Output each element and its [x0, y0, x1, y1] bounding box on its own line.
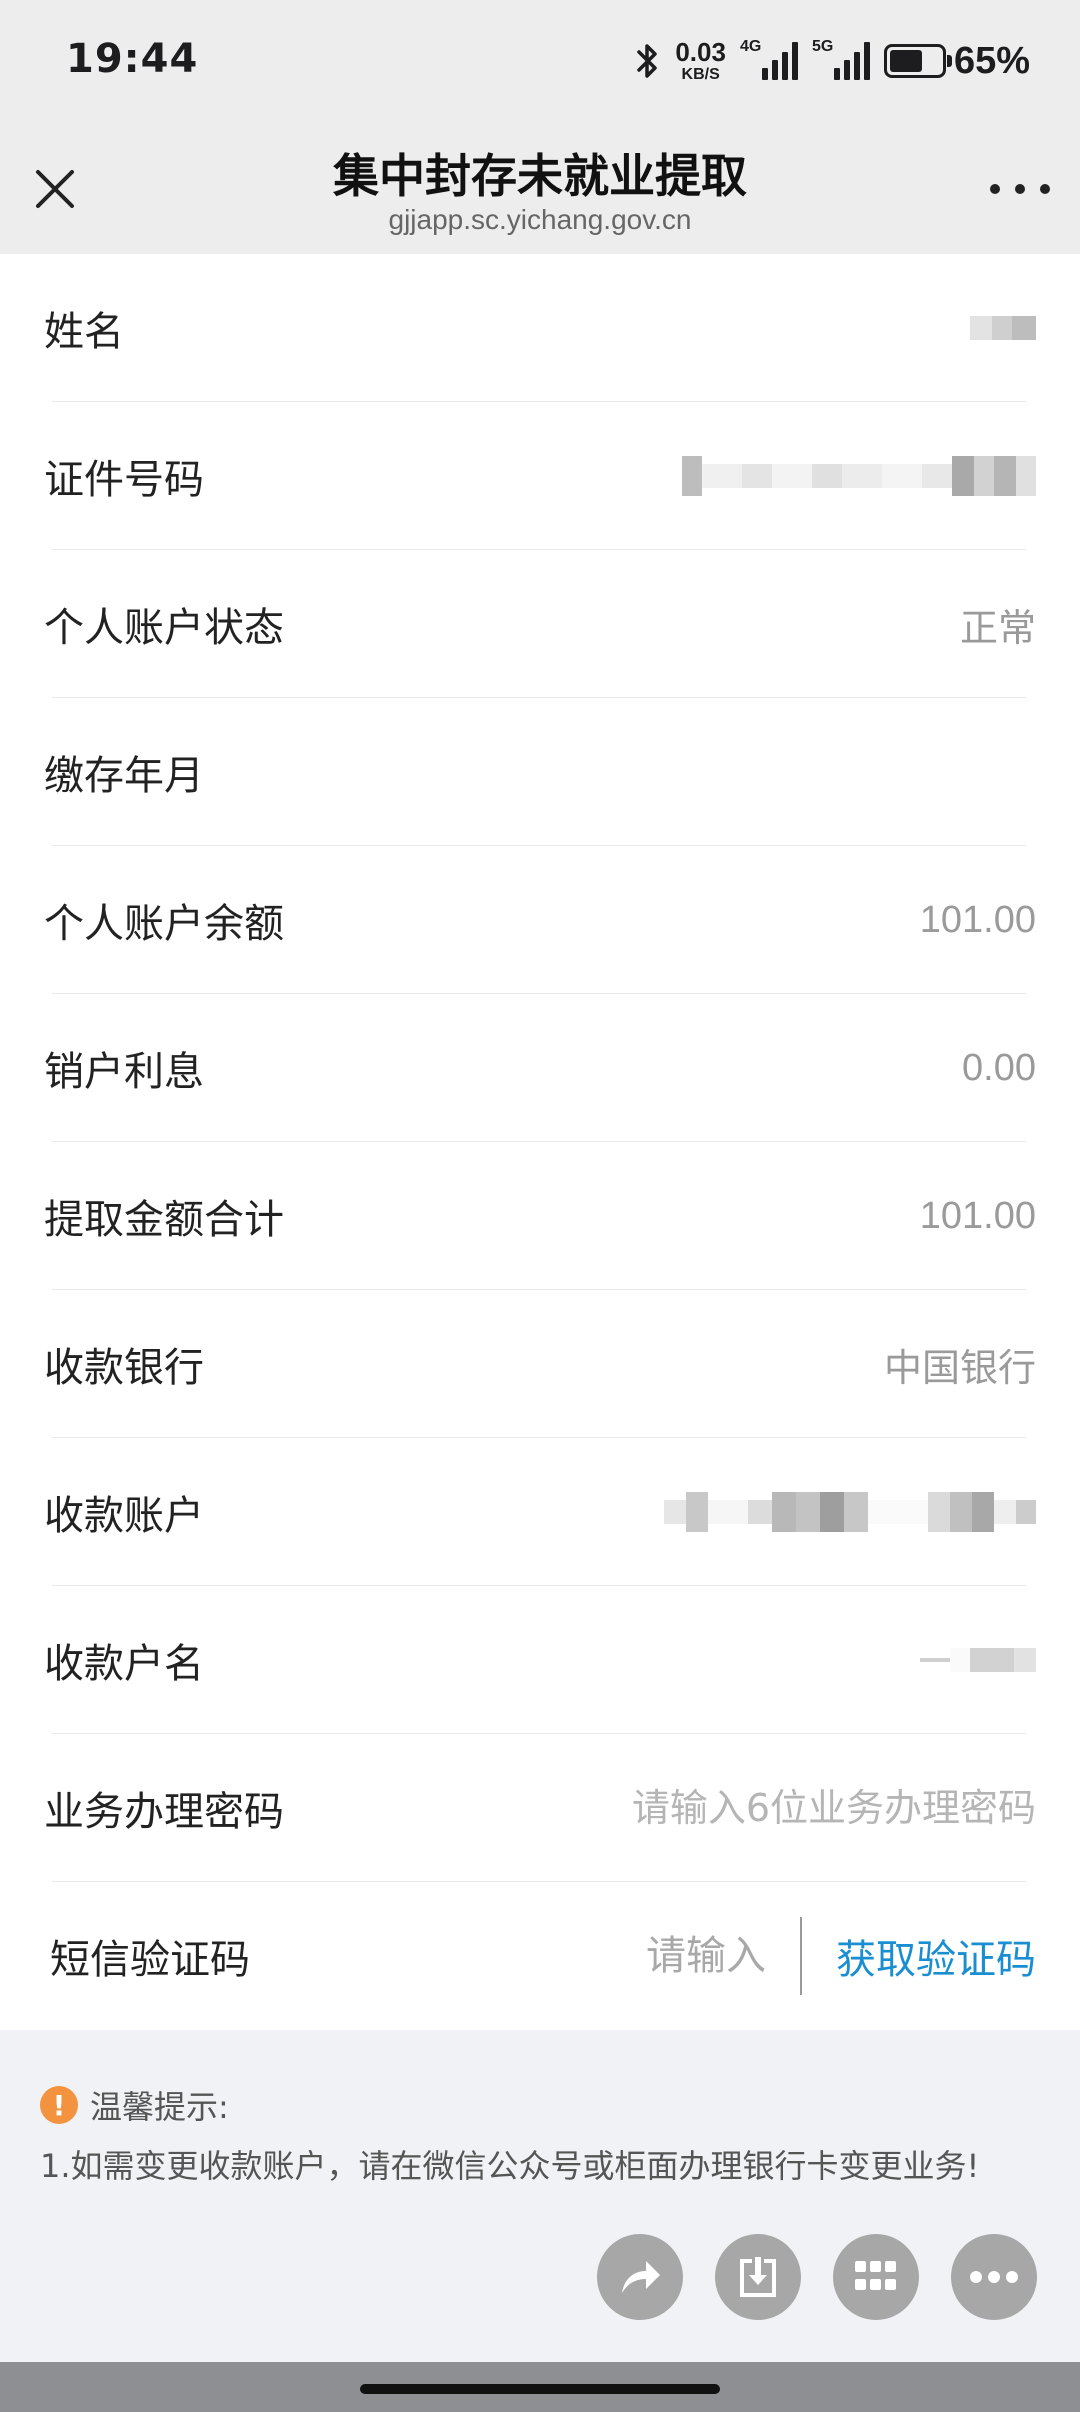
battery-icon — [883, 44, 952, 78]
total-value: 101.00 — [919, 1194, 1036, 1237]
battery-percent: 65% — [953, 39, 1030, 82]
gesture-bar — [0, 2362, 1080, 2412]
row-account-status: 个人账户状态 正常 — [0, 550, 1080, 698]
status-time: 19:44 — [66, 36, 199, 82]
tips-title-row: ! 温馨提示: — [40, 2082, 1040, 2128]
row-sms-code: 短信验证码 获取验证码 — [0, 1882, 1080, 2030]
net-speed-unit: KB/S — [681, 66, 720, 83]
id-value-masked — [682, 456, 1036, 496]
get-sms-code-button[interactable]: 获取验证码 — [836, 1927, 1036, 1985]
sms-code-input[interactable] — [586, 1933, 766, 1979]
account-name-masked — [920, 1648, 1036, 1672]
bank-value: 中国银行 — [883, 1345, 1036, 1390]
save-button[interactable] — [715, 2234, 801, 2320]
status-bar: 19:44 0.03 KB/S 4G 5G 65% — [0, 0, 1080, 124]
share-button[interactable] — [597, 2234, 683, 2320]
signal-5g-icon: 5G — [812, 38, 870, 80]
id-label: 证件号码 — [44, 457, 204, 503]
signal-5g-tag: 5G — [811, 38, 834, 55]
net-speed-value: 0.03 — [675, 37, 726, 67]
row-account-name: 收款户名 — [0, 1586, 1080, 1734]
interest-label: 销户利息 — [44, 1049, 204, 1095]
row-password: 业务办理密码 — [0, 1734, 1080, 1882]
row-total: 提取金额合计 101.00 — [0, 1142, 1080, 1290]
interest-value: 0.00 — [962, 1046, 1036, 1089]
apps-icon — [855, 2261, 896, 2290]
row-balance: 个人账户余额 101.00 — [0, 846, 1080, 994]
sms-label: 短信验证码 — [50, 1937, 250, 1983]
password-label: 业务办理密码 — [44, 1789, 284, 1835]
account-label: 收款账户 — [44, 1493, 204, 1539]
total-label: 提取金额合计 — [44, 1197, 284, 1243]
account-name-label: 收款户名 — [44, 1641, 204, 1687]
tips-line-1: 1.如需变更收款账户，请在微信公众号或柜面办理银行卡变更业务! — [40, 2147, 980, 2185]
period-label: 缴存年月 — [44, 753, 204, 799]
share-icon — [622, 2261, 660, 2293]
page-header: 集中封存未就业提取 gjjapp.sc.yichang.gov.cn — [0, 124, 1080, 254]
row-deposit-period: 缴存年月 — [0, 698, 1080, 846]
status-icons: 0.03 KB/S 4G 5G 65% — [635, 34, 1030, 88]
save-icon — [740, 2257, 776, 2297]
warning-icon: ! — [40, 2086, 78, 2124]
home-indicator[interactable] — [360, 2384, 720, 2394]
row-account: 收款账户 — [0, 1438, 1080, 1586]
net-speed: 0.03 KB/S — [675, 39, 726, 83]
account-value-masked — [664, 1492, 1036, 1532]
password-input[interactable] — [516, 1786, 1036, 1830]
row-id-number: 证件号码 — [0, 402, 1080, 550]
bank-label: 收款银行 — [44, 1345, 204, 1391]
signal-4g-tag: 4G — [739, 38, 762, 55]
more-dots-icon — [970, 2271, 1018, 2283]
name-label: 姓名 — [44, 309, 124, 355]
balance-value: 101.00 — [919, 898, 1036, 941]
row-interest: 销户利息 0.00 — [0, 994, 1080, 1142]
sms-controls: 获取验证码 — [586, 1917, 1036, 1995]
status-label: 个人账户状态 — [44, 605, 284, 651]
more-menu-button[interactable] — [951, 2234, 1037, 2320]
page-title: 集中封存未就业提取 — [333, 149, 747, 203]
row-bank: 收款银行 中国银行 — [0, 1290, 1080, 1438]
signal-4g-icon: 4G — [740, 38, 798, 80]
name-value-masked — [970, 316, 1036, 340]
withdrawal-form: 姓名 证件号码 个人账户状态 正常 缴存年月 个人账户余额 101.00 销户利… — [0, 254, 1080, 2030]
top-bar: 19:44 0.03 KB/S 4G 5G 65% 集中封存未就业提取 gjja… — [0, 0, 1080, 254]
bluetooth-icon — [637, 44, 658, 78]
balance-label: 个人账户余额 — [44, 901, 284, 947]
divider — [800, 1917, 802, 1995]
more-icon[interactable] — [990, 174, 1050, 204]
apps-button[interactable] — [833, 2234, 919, 2320]
tips-title: 温馨提示: — [90, 2088, 229, 2126]
row-name: 姓名 — [0, 254, 1080, 402]
page-domain: gjjapp.sc.yichang.gov.cn — [388, 204, 692, 235]
battery: 65% — [883, 39, 1030, 83]
status-value: 正常 — [959, 605, 1036, 650]
tips-section: ! 温馨提示: 1.如需变更收款账户，请在微信公众号或柜面办理银行卡变更业务! — [40, 2082, 1040, 2194]
